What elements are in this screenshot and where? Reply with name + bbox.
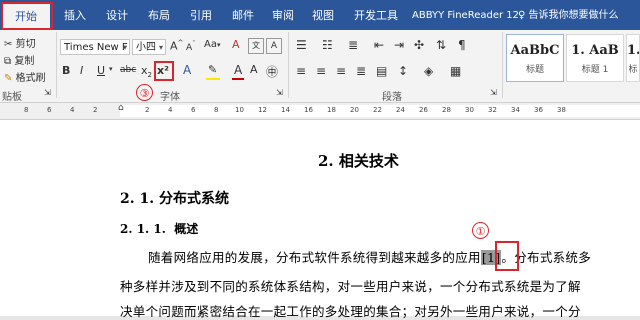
- underline-options-icon[interactable]: ▾: [109, 65, 113, 73]
- tab-insert[interactable]: 插入: [64, 6, 86, 26]
- paragraph-line-3: 决单个问题而紧密结合在一起工作的多处理的集合；对另外一些用户来说，一个分: [120, 304, 581, 319]
- italic-button[interactable]: I: [80, 64, 83, 77]
- tab-abbyy[interactable]: ABBYY FineReader 12: [412, 6, 519, 26]
- annotation-marker-1: ①: [472, 222, 489, 239]
- annotation-marker-3: ③: [136, 84, 153, 101]
- paragraph-line-1: 随着网络应用的发展，分布式软件系统得到越来越多的应用[1]。分布式系统多: [148, 250, 592, 265]
- char-border-icon[interactable]: A: [266, 38, 282, 54]
- tab-layout[interactable]: 布局: [148, 6, 170, 26]
- copy-icon: ⧉: [4, 56, 12, 67]
- subscript-button[interactable]: x2: [141, 64, 152, 79]
- sort-icon[interactable]: ⇅: [436, 38, 446, 52]
- tab-references[interactable]: 引用: [190, 6, 212, 26]
- annotation-box-home-tab: [1, 2, 53, 30]
- borders-icon[interactable]: ▦: [450, 64, 461, 78]
- font-color-icon[interactable]: A: [234, 63, 242, 77]
- phonetic-guide-icon[interactable]: 文: [248, 38, 264, 54]
- style-heading-1[interactable]: 1. AaB 标题 1: [566, 34, 624, 82]
- line-spacing-icon[interactable]: ↕: [398, 64, 408, 78]
- bold-button[interactable]: B: [62, 64, 70, 77]
- tab-mailings[interactable]: 邮件: [232, 6, 254, 26]
- tab-developer[interactable]: 开发工具: [354, 6, 398, 26]
- grow-font-button[interactable]: A^: [170, 39, 183, 53]
- strikethrough-button[interactable]: abc: [120, 65, 136, 75]
- shrink-font-button[interactable]: Aˇ: [186, 40, 196, 53]
- tell-me-search[interactable]: ♀ 告诉我你想要做什么: [518, 6, 619, 21]
- scissors-icon: ✂: [4, 39, 13, 50]
- clipboard-launcher-icon[interactable]: ⇲: [44, 88, 51, 97]
- align-center-icon[interactable]: ≡: [316, 64, 326, 78]
- align-left-icon[interactable]: ≡: [296, 64, 306, 78]
- font-launcher-icon[interactable]: ⇲: [276, 88, 283, 97]
- heading-2: 2. 1. 分布式系统: [120, 191, 229, 207]
- lightbulb-icon: ♀: [518, 10, 526, 21]
- distributed-icon[interactable]: ▤: [376, 64, 387, 78]
- decrease-indent-icon[interactable]: ⇤: [374, 38, 384, 52]
- highlight-color-bar: [206, 78, 220, 80]
- heading-3: 2. 1. 1. 概述: [120, 222, 199, 236]
- ribbon-tab-bar: 开始 插入 设计 布局 引用 邮件 审阅 视图 开发工具 ABBYY FineR…: [0, 0, 640, 30]
- bullets-icon[interactable]: ☰: [296, 38, 307, 52]
- group-divider: [56, 32, 57, 98]
- text-effects-icon[interactable]: A: [183, 63, 191, 77]
- ribbon-home: ✂ 剪切 ⧉ 复制 ✎ 格式刷 贴板 ⇲ Times New F ▾ 小四 ▾ A^…: [0, 30, 640, 103]
- style-heading-2[interactable]: 1. 1 标: [626, 34, 640, 82]
- style-title[interactable]: AaBbC 标题: [506, 34, 564, 82]
- indent-marker-icon[interactable]: ⌂: [118, 103, 124, 113]
- chinese-layout-icon[interactable]: ✣: [414, 38, 424, 52]
- numbering-icon[interactable]: ☷: [322, 38, 333, 52]
- change-case-button[interactable]: Aa▾: [204, 39, 220, 50]
- annotation-box-citation: [495, 241, 519, 271]
- shading-icon[interactable]: ◈: [424, 64, 433, 78]
- group-divider: [288, 32, 289, 98]
- font-color-bar: [232, 78, 244, 80]
- underline-button[interactable]: U: [97, 64, 105, 77]
- clipboard-group-label: 贴板: [2, 92, 22, 103]
- chevron-down-icon: ▾: [158, 43, 163, 52]
- multilevel-list-icon[interactable]: ≣: [348, 38, 358, 52]
- font-name-select[interactable]: Times New F ▾: [60, 39, 130, 55]
- font-size-select[interactable]: 小四 ▾: [132, 39, 166, 55]
- horizontal-ruler[interactable]: 8 6 4 2 2 4 6 8 10 12 14 16 18 20 22 24 …: [0, 103, 640, 120]
- format-painter-button[interactable]: ✎ 格式刷: [4, 69, 46, 84]
- cut-button[interactable]: ✂ 剪切: [4, 35, 36, 50]
- document-page[interactable]: 2. 相关技术 2. 1. 分布式系统 2. 1. 1. 概述 随着网络应用的发…: [0, 120, 640, 319]
- group-divider: [502, 32, 503, 98]
- heading-1: 2. 相关技术: [318, 152, 399, 170]
- tab-design[interactable]: 设计: [106, 6, 128, 26]
- show-marks-icon[interactable]: ¶: [458, 38, 466, 52]
- character-shading-icon[interactable]: A: [250, 63, 258, 76]
- tab-view[interactable]: 视图: [312, 6, 334, 26]
- paintbrush-icon: ✎: [4, 73, 13, 84]
- annotation-box-superscript: [154, 61, 174, 81]
- align-right-icon[interactable]: ≡: [336, 64, 346, 78]
- clear-formatting-button[interactable]: A: [232, 38, 240, 51]
- paragraph-line-2: 种多样并涉及到不同的系统体系结构，对一些用户来说，一个分布式系统是为了解: [120, 279, 581, 294]
- paragraph-group-label: 段落: [382, 92, 402, 103]
- paragraph-launcher-icon[interactable]: ⇲: [490, 88, 497, 97]
- highlight-icon[interactable]: ✎: [208, 63, 217, 76]
- tab-review[interactable]: 审阅: [272, 6, 294, 26]
- increase-indent-icon[interactable]: ⇥: [394, 38, 404, 52]
- justify-icon[interactable]: ≣: [356, 64, 366, 78]
- chevron-down-icon: ▾: [122, 43, 127, 52]
- copy-button[interactable]: ⧉ 复制: [4, 52, 34, 67]
- font-group-label: 字体: [160, 92, 180, 103]
- enclose-characters-icon[interactable]: ㊥: [266, 63, 278, 80]
